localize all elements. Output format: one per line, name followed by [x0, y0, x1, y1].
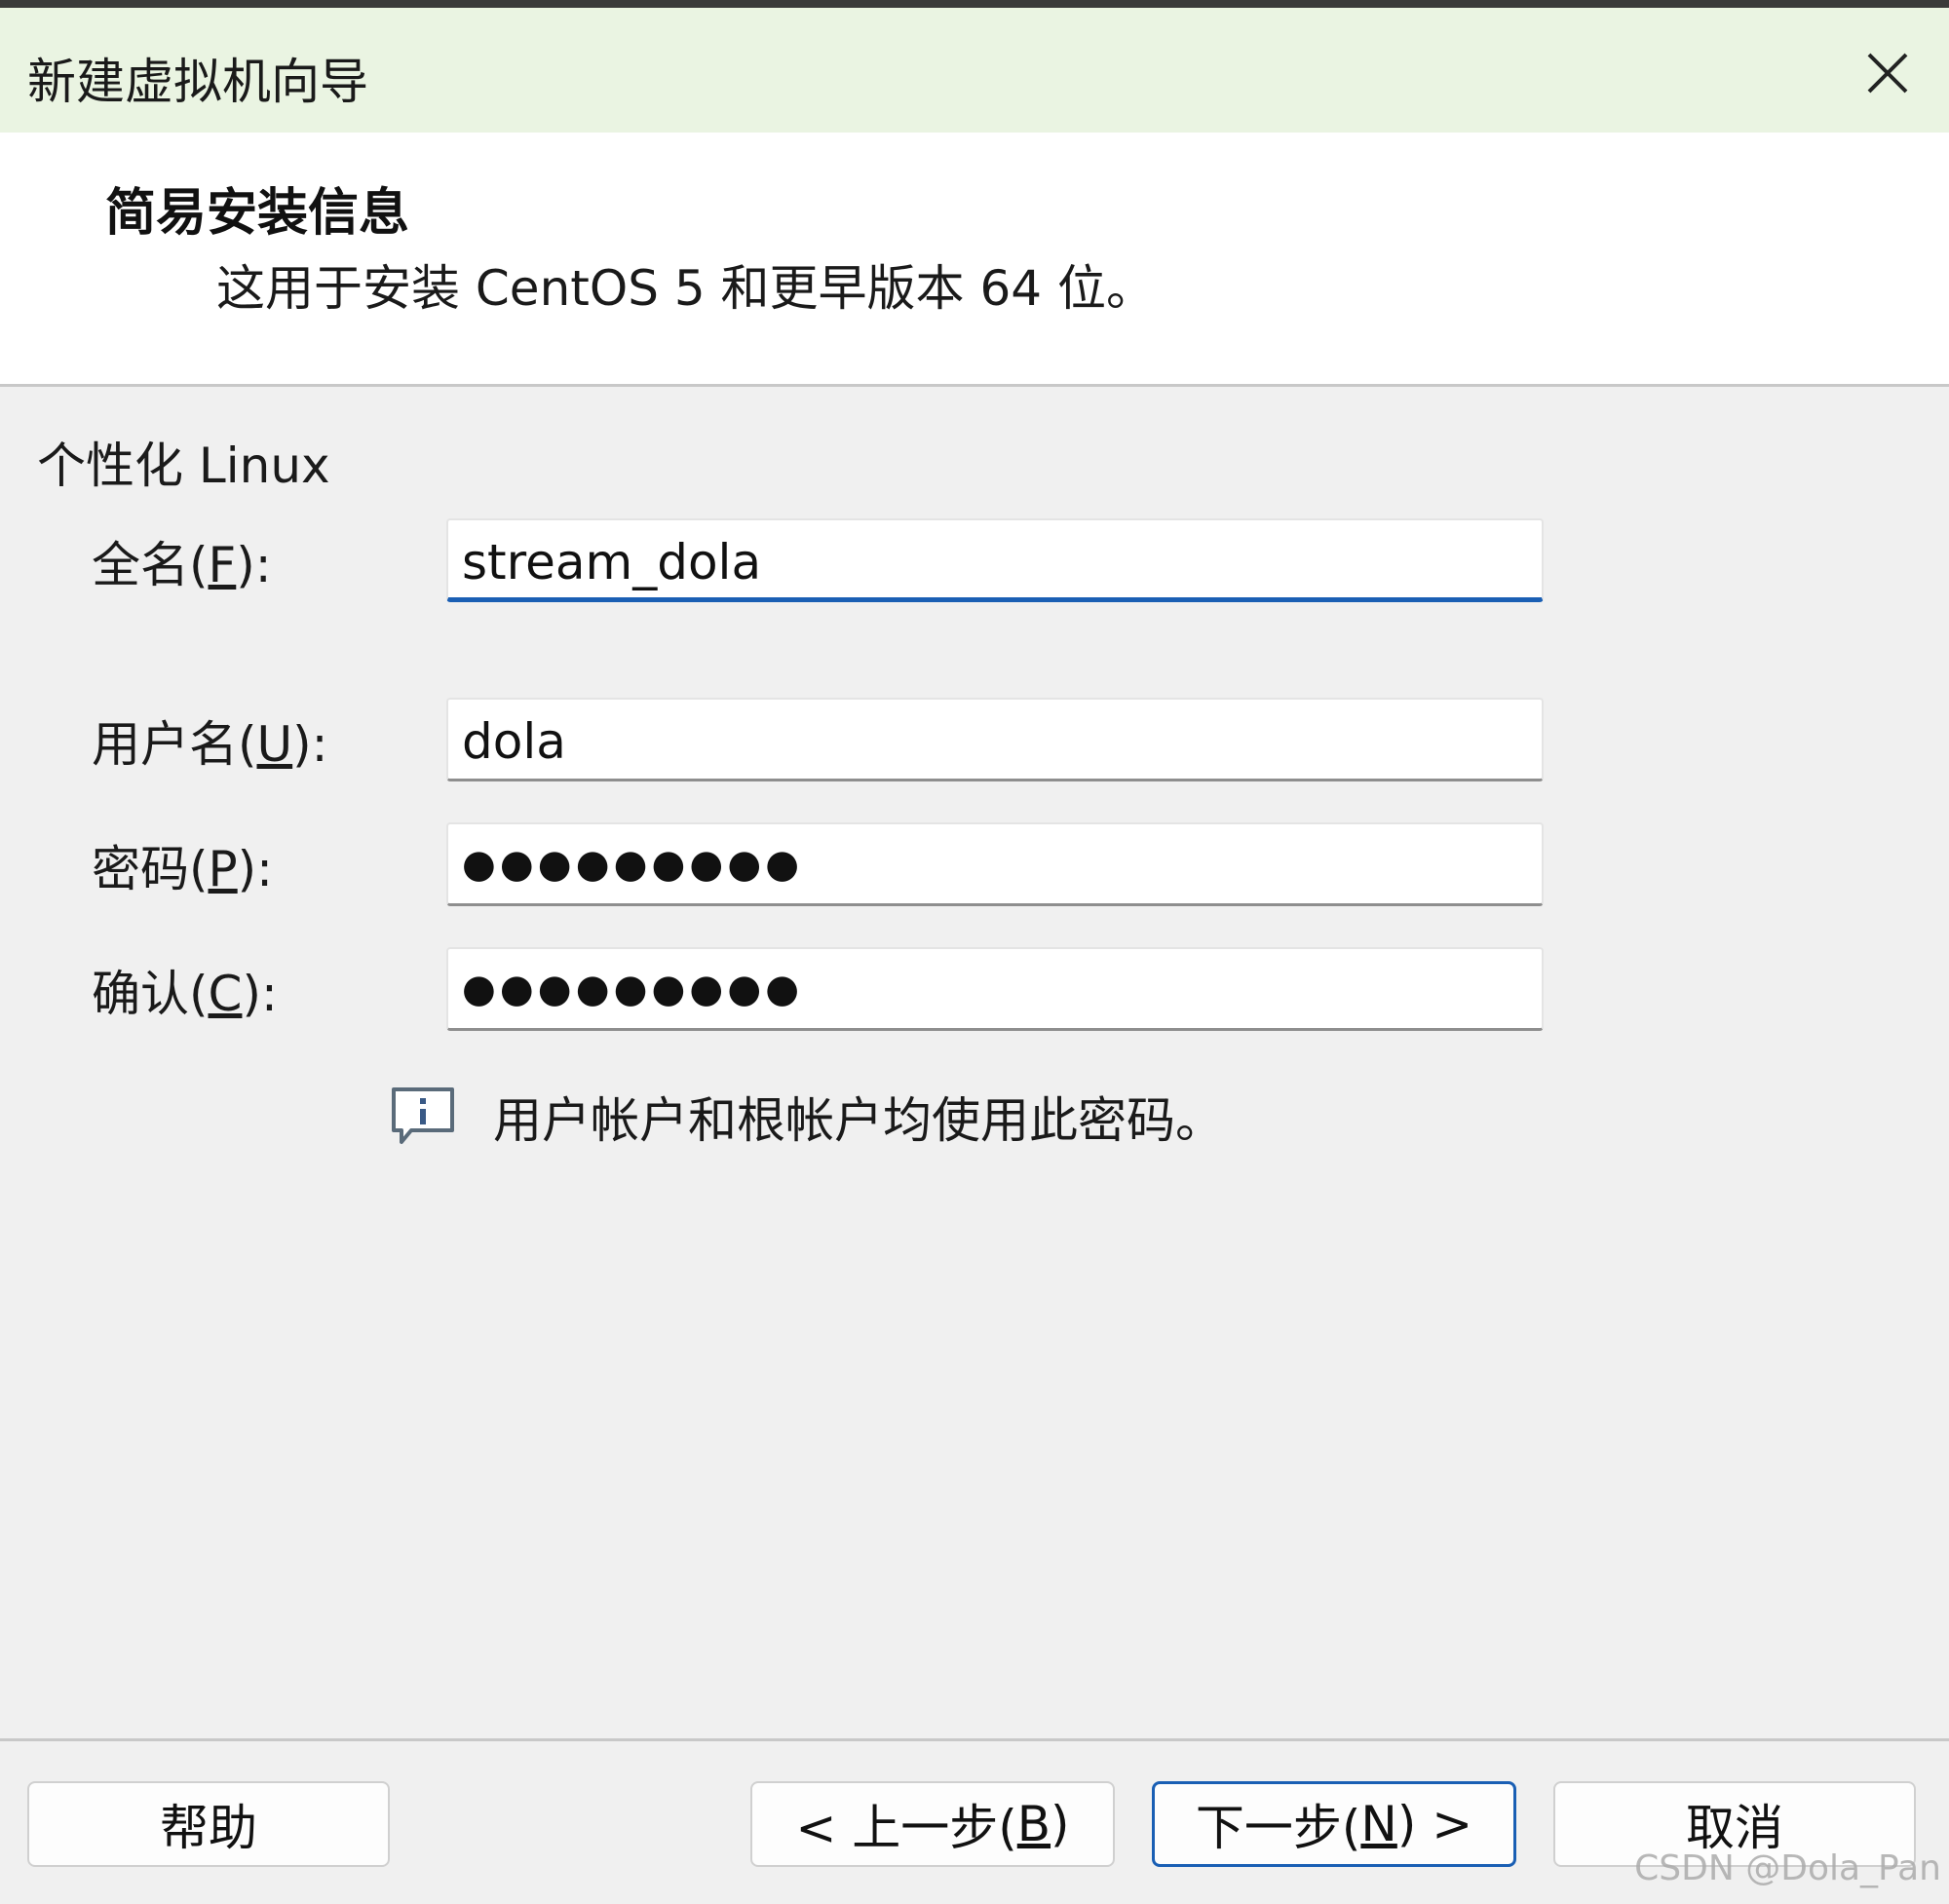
back-button-prefix: < 上一步( [795, 1800, 1017, 1856]
fullname-input[interactable]: stream_dola [446, 518, 1544, 602]
confirm-label-prefix: 确认( [92, 966, 209, 1022]
wizard-window: 新建虚拟机向导 简易安装信息 这用于安装 CentOS 5 和更早版本 64 位… [0, 0, 1949, 1904]
confirm-label: 确认(C): [92, 955, 278, 1025]
title-bar[interactable]: 新建虚拟机向导 [0, 8, 1949, 133]
confirm-password-input[interactable]: ●●●●●●●●● [446, 947, 1544, 1031]
username-label-prefix: 用户名( [92, 716, 257, 773]
fullname-label-prefix: 全名( [92, 537, 209, 593]
password-label: 密码(P): [92, 830, 273, 900]
next-button-suffix: ) > [1396, 1796, 1473, 1852]
header-divider [0, 384, 1949, 387]
watermark: CSDN @Dola_Pan [1634, 1848, 1941, 1888]
password-label-accel: P [208, 841, 238, 897]
section-label: 个性化 Linux [37, 438, 330, 494]
page-subtitle: 这用于安装 CentOS 5 和更早版本 64 位。 [216, 260, 1155, 317]
back-button-accel: B [1016, 1796, 1051, 1852]
password-input[interactable]: ●●●●●●●●● [446, 822, 1544, 906]
header-panel: 简易安装信息 这用于安装 CentOS 5 和更早版本 64 位。 [0, 133, 1949, 384]
confirm-label-accel: C [208, 966, 243, 1022]
info-icon [392, 1087, 454, 1144]
password-label-prefix: 密码( [92, 841, 209, 897]
info-message: 用户帐户和根帐户均使用此密码。 [493, 1092, 1224, 1149]
username-label-suffix: ): [292, 716, 328, 773]
window-top-edge [0, 0, 1949, 8]
page-title: 简易安装信息 [105, 184, 410, 243]
fullname-label-suffix: ): [236, 537, 272, 593]
username-label-accel: U [256, 716, 293, 773]
next-button[interactable]: 下一步(N) > [1152, 1781, 1516, 1867]
fullname-label: 全名(F): [92, 526, 272, 596]
username-label: 用户名(U): [92, 705, 327, 776]
window-title: 新建虚拟机向导 [27, 54, 368, 110]
next-button-accel: N [1360, 1796, 1397, 1852]
password-label-suffix: ): [237, 841, 274, 897]
help-button[interactable]: 帮助 [27, 1781, 390, 1867]
back-button[interactable]: < 上一步(B) [750, 1781, 1115, 1867]
back-button-suffix: ) [1051, 1796, 1070, 1852]
fullname-label-accel: F [208, 537, 237, 593]
footer-divider [0, 1738, 1949, 1741]
username-input[interactable]: dola [446, 698, 1544, 781]
next-button-prefix: 下一步( [1195, 1800, 1361, 1856]
confirm-label-suffix: ): [242, 966, 278, 1022]
close-button[interactable] [1853, 39, 1922, 107]
close-icon [1867, 53, 1908, 94]
